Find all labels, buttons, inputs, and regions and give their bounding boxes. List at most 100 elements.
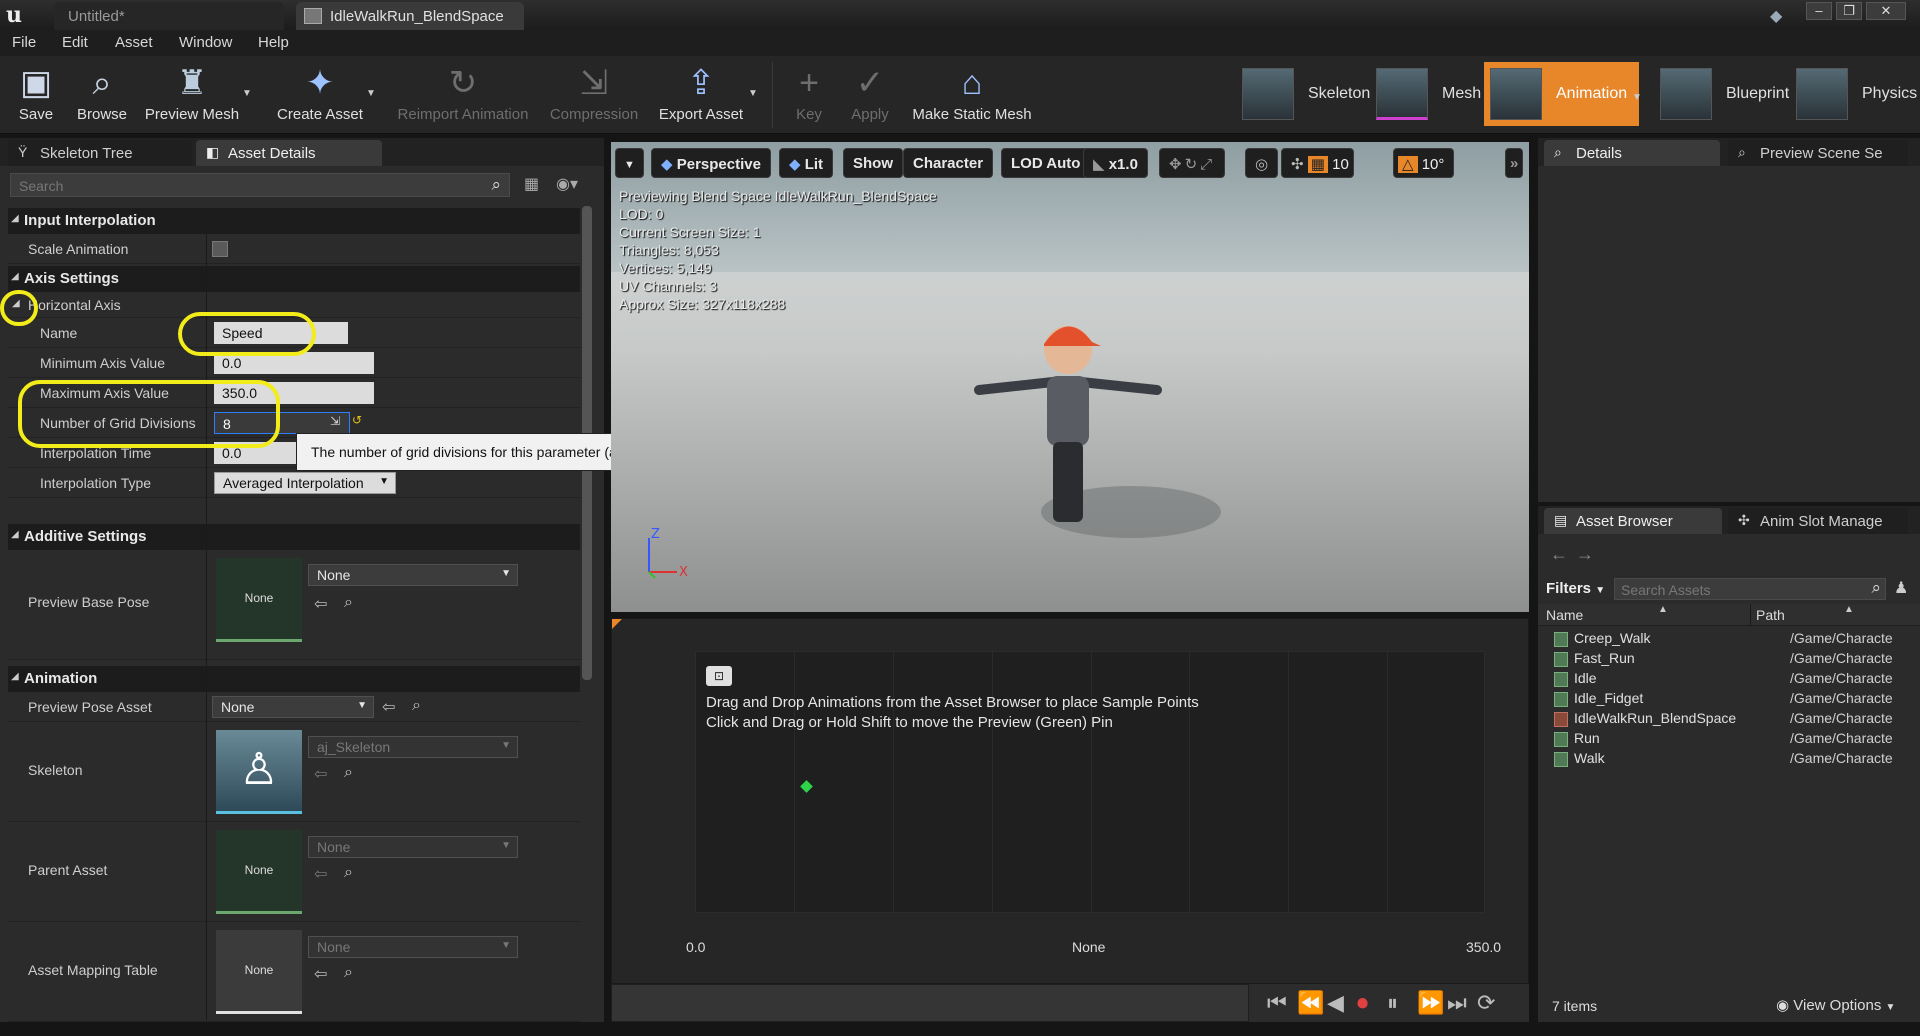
mode-blueprint[interactable]: Blueprint [1654,62,1801,126]
browse-button[interactable]: ⌕ Browse [72,60,132,130]
menu-window[interactable]: Window [179,34,232,51]
blendspace-editor[interactable]: ⊡ Drag and Drop Animations from the Asse… [611,618,1529,984]
loop-icon[interactable]: ⟳ [1477,990,1495,1016]
make-static-mesh-button[interactable]: ⌂ Make Static Mesh [906,60,1038,130]
col-path-header[interactable]: Path [1756,607,1785,623]
world-local-button[interactable]: ◎ [1245,148,1279,178]
preview-viewport[interactable]: ▼ ◆ Perspective ◆ Lit Show Character LOD… [611,142,1529,612]
tab-blendspace[interactable]: IdleWalkRun_BlendSpace [296,2,524,30]
visibility-eye-icon[interactable]: ◉▾ [556,174,578,194]
view-grid-icon[interactable]: ▦ [524,174,546,196]
step-forward-icon[interactable]: ⏩ [1417,990,1444,1016]
character-preview[interactable] [961,302,1221,562]
key-button[interactable]: + Key [784,60,834,130]
browse-asset-icon[interactable]: ⌕ [344,964,353,982]
export-asset-button[interactable]: ⇪ Export Asset [654,60,748,130]
mode-mesh[interactable]: Mesh [1370,62,1493,126]
column-divider[interactable] [1750,604,1751,626]
category-axis-settings[interactable]: Axis Settings [8,266,580,292]
skip-to-start-icon[interactable]: ⏮ [1267,990,1287,1016]
record-icon[interactable]: ⏺ [1357,990,1368,1016]
browse-asset-icon[interactable]: ⌕ [344,594,353,612]
reimport-animation-button[interactable]: ↻ Reimport Animation [392,60,534,130]
browse-asset-icon[interactable]: ⌕ [344,764,353,782]
category-additive-settings[interactable]: Additive Settings [8,524,580,550]
lod-button[interactable]: LOD Auto [1001,148,1091,178]
surface-snap-icon[interactable]: ✣ [1291,156,1304,173]
mode-physics[interactable]: Physics [1790,62,1920,126]
perspective-button[interactable]: ◆ Perspective [651,148,771,178]
play-reverse-icon[interactable]: ◀ [1327,990,1344,1016]
viewport-more-button[interactable]: » [1505,148,1524,178]
unreal-logo-icon[interactable]: u [6,2,32,28]
list-item[interactable]: Idle_Fidget/Game/Characte [1554,690,1918,710]
playback-speed-button[interactable]: ◣ x1.0 [1083,148,1148,178]
preview-mesh-dropdown-icon[interactable]: ▼ [242,88,252,99]
view-options-button[interactable]: ◉ View Options ▼ [1776,996,1895,1014]
step-back-icon[interactable]: ⏪ [1297,990,1324,1016]
blendspace-grid[interactable]: ⊡ Drag and Drop Animations from the Asse… [695,651,1485,914]
filters-button[interactable]: Filters ▼ [1546,580,1605,597]
tab-untitled[interactable]: Untitled* [54,2,284,30]
menu-help[interactable]: Help [258,34,289,51]
details-search-input[interactable]: Search ⌕ [10,173,510,197]
list-item[interactable]: IdleWalkRun_BlendSpace/Game/Characte [1554,710,1918,730]
asset-mapping-dropdown[interactable]: None ▼ [308,936,518,958]
tab-anim-slot-manager[interactable]: ✣ Anim Slot Manage [1728,508,1908,534]
grid-snap-value[interactable]: 10 [1332,156,1349,173]
use-selected-arrow-icon[interactable]: ⇦ [314,594,327,614]
interp-type-dropdown[interactable]: Averaged Interpolation ▼ [214,472,396,494]
use-selected-arrow-icon[interactable]: ⇦ [314,964,327,984]
mode-skeleton[interactable]: Skeleton [1236,62,1382,126]
compression-button[interactable]: ⇲ Compression [546,60,642,130]
move-icon[interactable]: ✥ [1169,156,1185,173]
preview-base-pose-dropdown[interactable]: None ▼ [308,564,518,586]
preview-pin[interactable] [800,780,813,793]
list-item[interactable]: Run/Game/Characte [1554,730,1918,750]
browse-asset-icon[interactable]: ⌕ [412,697,421,715]
tab-preview-scene[interactable]: ⌕ Preview Scene Se [1728,140,1908,166]
mode-animation-dropdown-icon[interactable]: ▼ [1632,92,1642,103]
back-arrow-icon[interactable]: ← [1550,544,1568,565]
rotation-snap-value[interactable]: 10° [1422,156,1445,173]
grid-divisions-spin-icon[interactable]: ⇲ [330,414,340,428]
timeline-bar[interactable] [611,984,1249,1022]
list-item[interactable]: Creep_Walk/Game/Characte [1554,630,1918,650]
save-button[interactable]: ▣ Save [8,60,64,130]
show-button[interactable]: Show [843,148,903,178]
viewport-options-button[interactable]: ▼ [615,148,644,178]
tab-skeleton-tree[interactable]: Ÿ Skeleton Tree [8,140,192,166]
forward-arrow-icon[interactable]: → [1576,544,1594,565]
create-asset-dropdown-icon[interactable]: ▼ [366,88,376,99]
list-item[interactable]: Idle/Game/Characte [1554,670,1918,690]
list-item[interactable]: Fast_Run/Game/Characte [1554,650,1918,670]
reset-to-default-icon[interactable]: ↺ [352,413,362,427]
browse-asset-icon[interactable]: ⌕ [344,864,353,882]
tab-asset-browser[interactable]: ▤ Asset Browser [1544,508,1722,534]
skeleton-thumbnail[interactable]: ♙ [216,730,302,814]
parent-asset-thumbnail[interactable]: None [216,830,302,914]
menu-edit[interactable]: Edit [62,34,88,51]
character-button[interactable]: Character [903,148,994,178]
scale-animation-checkbox[interactable] [212,241,228,257]
maximize-button[interactable]: ❐ [1836,2,1862,20]
col-name-header[interactable]: Name [1546,607,1583,623]
menu-asset[interactable]: Asset [115,34,153,51]
preview-base-pose-thumbnail[interactable]: None [216,558,302,642]
asset-search-input[interactable]: Search Assets ⌕ [1614,578,1886,600]
apply-button[interactable]: ✓ Apply [842,60,898,130]
grid-snap-icon[interactable]: ▦ [1307,156,1328,173]
asset-mapping-thumbnail[interactable]: None [216,930,302,1014]
rotation-snap-icon[interactable]: △ [1398,156,1418,173]
create-asset-button[interactable]: ✦ Create Asset [270,60,370,130]
scale-icon[interactable]: ⤢ [1200,156,1215,173]
lit-button[interactable]: ◆ Lit [779,148,834,178]
export-dropdown-icon[interactable]: ▼ [748,88,758,99]
rotate-icon[interactable]: ↻ [1185,156,1201,173]
user-filter-icon[interactable]: ♟ [1894,578,1908,598]
close-button[interactable]: ✕ [1866,2,1906,20]
skip-to-end-icon[interactable]: ⏭ [1447,990,1467,1016]
preview-pose-asset-dropdown[interactable]: None ▼ [212,696,374,718]
learn-icon[interactable]: ◆ [1770,6,1782,26]
pause-icon[interactable]: ⏸ [1387,990,1398,1016]
